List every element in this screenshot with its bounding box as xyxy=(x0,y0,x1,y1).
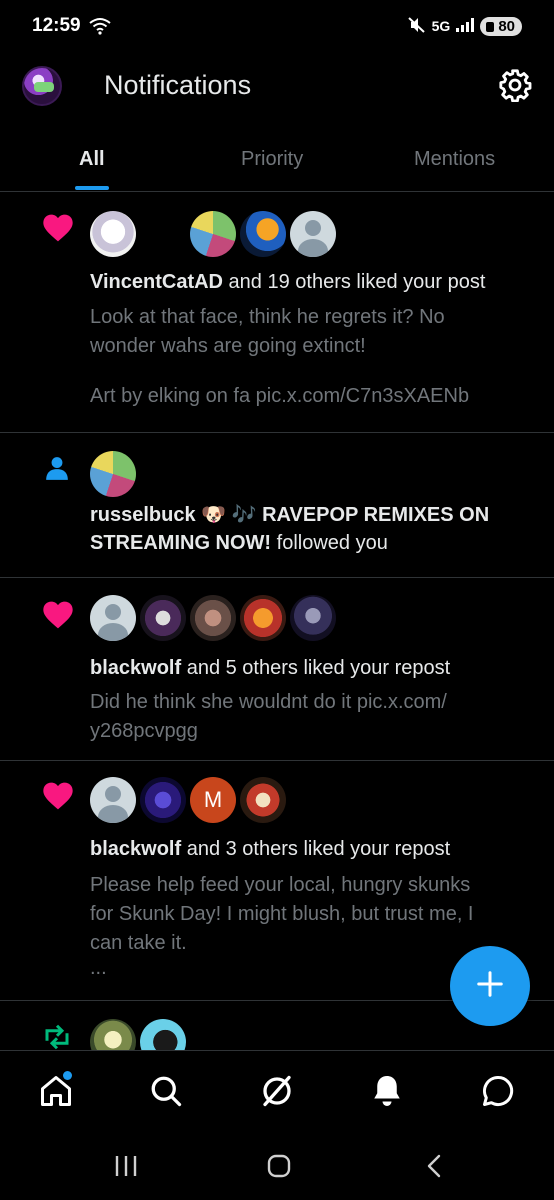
notification-tabs: All Priority Mentions xyxy=(0,130,554,192)
home-icon[interactable] xyxy=(38,1071,74,1109)
back-icon[interactable] xyxy=(424,1154,444,1183)
tab-all[interactable]: All xyxy=(79,148,105,171)
avatar[interactable] xyxy=(240,211,286,257)
recents-icon[interactable] xyxy=(113,1154,139,1183)
tab-mentions[interactable]: Mentions xyxy=(414,148,495,171)
network-label: 5G xyxy=(431,18,451,34)
avatar[interactable] xyxy=(140,211,186,257)
avatar[interactable] xyxy=(240,595,286,641)
notification-item[interactable]: blackwolf and 5 others liked your repost… xyxy=(0,578,554,761)
notification-user[interactable]: VincentCatAD xyxy=(90,271,223,293)
avatar-letter[interactable]: M xyxy=(190,777,236,823)
notification-action: and 5 others liked your repost xyxy=(181,657,451,679)
notification-preview: Look at that face, think he regrets it? … xyxy=(90,303,530,411)
page-title: Notifications xyxy=(104,70,252,100)
avatar[interactable] xyxy=(90,451,136,497)
notification-preview: Did he think she wouldnt do it pic.x.com… xyxy=(90,688,530,746)
preview-line: Art by elking on fa pic.x.com/C7n3sXAENb xyxy=(90,385,470,407)
bell-icon[interactable] xyxy=(369,1073,405,1109)
avatar[interactable] xyxy=(90,595,136,641)
avatar[interactable] xyxy=(140,595,186,641)
notification-action: followed you xyxy=(271,532,388,554)
liker-avatars xyxy=(90,595,336,641)
notification-headline: VincentCatAD and 19 others liked your po… xyxy=(90,268,530,296)
gear-icon[interactable] xyxy=(498,68,532,103)
preview-line: Look at that face, think he regrets it? … xyxy=(90,306,445,328)
app-header: Notifications xyxy=(0,60,554,116)
notification-headline: blackwolf and 3 others liked your repost xyxy=(90,835,530,863)
notification-headline: blackwolf and 5 others liked your repost xyxy=(90,654,530,682)
status-bar: 12:59 5G 80 xyxy=(0,0,554,52)
notification-item[interactable]: russelbuck 🐶 🎶 RAVEPOP REMIXES ON STREAM… xyxy=(0,433,554,578)
search-icon[interactable] xyxy=(148,1073,184,1109)
system-nav-bar xyxy=(0,1130,554,1200)
notification-action: and 3 others liked your repost xyxy=(181,838,451,860)
liker-avatars xyxy=(90,211,336,257)
liker-avatars: M xyxy=(90,777,286,823)
notification-user[interactable]: russelbuck 🐶 🎶 RAVEPOP REMIXES ON xyxy=(90,504,489,526)
plus-icon xyxy=(475,969,505,1004)
preview-line: for Skunk Day! I might blush, but trust … xyxy=(90,903,474,925)
notification-headline: russelbuck 🐶 🎶 RAVEPOP REMIXES ON STREAM… xyxy=(90,501,530,557)
profile-avatar[interactable] xyxy=(22,66,62,106)
grok-icon[interactable] xyxy=(259,1073,295,1109)
notifications-feed[interactable]: VincentCatAD and 19 others liked your po… xyxy=(0,193,554,1050)
avatar[interactable] xyxy=(140,777,186,823)
home-system-icon[interactable] xyxy=(266,1154,292,1183)
notification-user-line2[interactable]: STREAMING NOW! xyxy=(90,532,271,554)
avatar[interactable] xyxy=(140,1019,186,1050)
avatar[interactable] xyxy=(90,211,136,257)
chat-icon[interactable] xyxy=(480,1073,516,1109)
avatar[interactable] xyxy=(240,777,286,823)
mute-icon xyxy=(407,16,426,36)
bottom-nav xyxy=(0,1050,554,1130)
status-time: 12:59 xyxy=(32,15,81,36)
avatar[interactable] xyxy=(90,1019,136,1050)
active-tab-indicator xyxy=(75,186,109,190)
preview-line: can take it. xyxy=(90,932,187,954)
avatar[interactable] xyxy=(290,211,336,257)
notification-action: and 19 others liked your post xyxy=(223,271,486,293)
preview-line: wonder wahs are going extinct! xyxy=(90,335,366,357)
notification-item[interactable]: VincentCatAD and 19 others liked your po… xyxy=(0,193,554,433)
follower-avatars xyxy=(90,451,136,497)
preview-line: Please help feed your local, hungry skun… xyxy=(90,874,471,896)
reposter-avatars xyxy=(90,1019,186,1050)
preview-line: Did he think she wouldnt do it pic.x.com… xyxy=(90,691,447,713)
compose-button[interactable] xyxy=(450,946,530,1026)
tab-priority[interactable]: Priority xyxy=(241,148,303,171)
heart-icon xyxy=(42,213,74,248)
battery-indicator: 80 xyxy=(480,16,522,36)
avatar[interactable] xyxy=(90,777,136,823)
notification-user[interactable]: blackwolf xyxy=(90,657,181,679)
avatar[interactable] xyxy=(190,211,236,257)
preview-line: y268pcvpgg xyxy=(90,720,198,742)
wifi-icon xyxy=(88,17,111,35)
person-icon xyxy=(44,455,70,486)
signal-icon xyxy=(456,17,475,35)
repost-icon xyxy=(42,1023,72,1050)
heart-icon xyxy=(42,781,74,816)
avatar[interactable] xyxy=(190,595,236,641)
notification-user[interactable]: blackwolf xyxy=(90,838,181,860)
heart-icon xyxy=(42,600,74,635)
home-unread-dot xyxy=(63,1071,72,1080)
avatar[interactable] xyxy=(290,595,336,641)
